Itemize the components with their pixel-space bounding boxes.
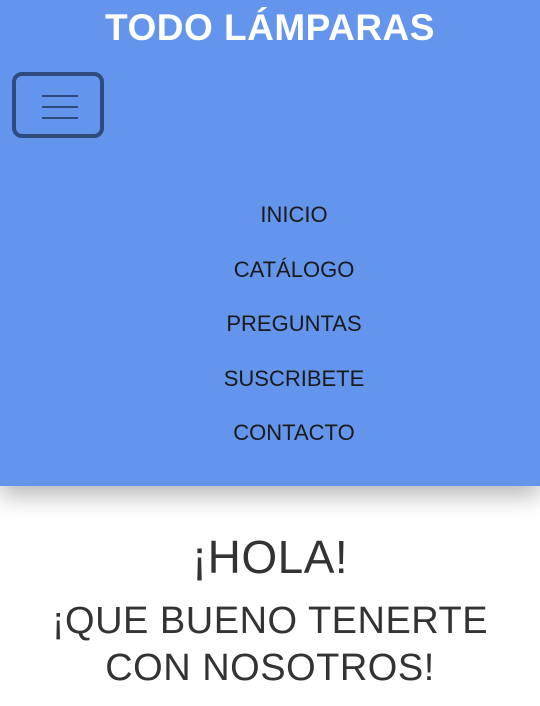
nav-item-catalogo: CATÁLOGO bbox=[0, 252, 540, 307]
nav-item-inicio: INICIO bbox=[0, 197, 540, 252]
nav-link-contacto[interactable]: CONTACTO bbox=[233, 415, 354, 451]
site-title: TODO LÁMPARAS bbox=[105, 7, 435, 48]
welcome-section: ¡HOLA! ¡QUE BUENO TENERTE CON NOSOTROS! bbox=[0, 528, 540, 692]
hamburger-icon bbox=[42, 95, 78, 119]
nav-item-contacto: CONTACTO bbox=[0, 415, 540, 470]
nav-link-preguntas[interactable]: PREGUNTAS bbox=[226, 306, 361, 342]
welcome-heading: ¡HOLA! bbox=[191, 531, 349, 583]
main-nav: INICIO CATÁLOGO PREGUNTAS SUSCRIBETE CON… bbox=[0, 197, 540, 470]
nav-item-suscribete: SUSCRIBETE bbox=[0, 361, 540, 416]
menu-toggle-button[interactable] bbox=[12, 72, 104, 138]
welcome-subheading: ¡QUE BUENO TENERTE CON NOSOTROS! bbox=[0, 598, 540, 692]
nav-item-preguntas: PREGUNTAS bbox=[0, 306, 540, 361]
site-header: TODO LÁMPARAS INICIO CATÁLOGO PREGUNTAS … bbox=[0, 0, 540, 486]
welcome-line-2: CON NOSOTROS! bbox=[105, 647, 435, 689]
nav-link-suscribete[interactable]: SUSCRIBETE bbox=[224, 361, 365, 397]
welcome-line-1: ¡QUE BUENO TENERTE bbox=[51, 600, 489, 642]
nav-link-catalogo[interactable]: CATÁLOGO bbox=[234, 252, 355, 288]
nav-link-inicio[interactable]: INICIO bbox=[260, 197, 327, 233]
